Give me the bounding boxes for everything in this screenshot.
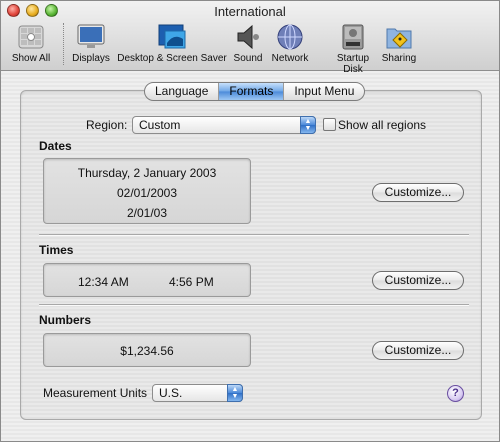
network-globe-icon: [277, 24, 303, 50]
toolbar-label: Startup Disk: [336, 53, 370, 75]
speaker-icon: [237, 24, 259, 50]
popup-arrows-icon: ▲ ▼: [227, 384, 243, 402]
number-sample: $1,234.56: [120, 344, 174, 358]
toolbar-sharing[interactable]: Sharing: [379, 23, 419, 64]
help-button[interactable]: ?: [447, 385, 464, 402]
region-label: Region:: [86, 118, 128, 132]
times-sample-well: 12:34 AM 4:56 PM: [43, 263, 251, 297]
sharing-folder-icon: [386, 28, 412, 49]
disk-icon: [342, 24, 364, 50]
time-short-sample: 12:34 AM: [78, 275, 129, 289]
toolbar-separator: [63, 23, 64, 65]
time-long-sample: 4:56 PM: [169, 275, 214, 289]
formats-panel: [20, 90, 482, 420]
display-icon: [77, 24, 105, 48]
apple-icon: [18, 25, 44, 49]
window: International Show All Displays Desktop …: [0, 0, 500, 442]
measurement-units-label: Measurement Units: [43, 386, 148, 400]
numbers-heading: Numbers: [39, 313, 92, 327]
tab-input-menu[interactable]: Input Menu: [284, 83, 364, 100]
popup-arrows-icon: ▲ ▼: [300, 116, 316, 134]
tab-language[interactable]: Language: [145, 83, 220, 100]
show-all-regions-label: Show all regions: [338, 118, 427, 132]
toolbar-label: Desktop & Screen Saver: [117, 53, 227, 64]
region-value: Custom: [139, 118, 181, 132]
toolbar-displays[interactable]: Displays: [69, 23, 113, 64]
times-customize-button[interactable]: Customize...: [372, 271, 464, 290]
toolbar-show-all[interactable]: Show All: [7, 23, 55, 64]
show-all-regions-checkbox[interactable]: [323, 118, 336, 131]
tab-formats[interactable]: Formats: [219, 83, 285, 100]
toolbar-desktop-screen-saver[interactable]: Desktop & Screen Saver: [115, 23, 229, 64]
tab-bar: Language Formats Input Menu: [144, 82, 366, 101]
toolbar-label: Sound: [233, 53, 263, 64]
numbers-customize-button[interactable]: Customize...: [372, 341, 464, 360]
measurement-units-value: U.S.: [159, 386, 183, 400]
toolbar-label: Network: [271, 53, 309, 64]
numbers-sample-well: $1,234.56: [43, 333, 251, 367]
title-toolbar: International Show All Displays Desktop …: [1, 1, 499, 75]
desktop-icon: [158, 24, 186, 49]
dates-customize-button[interactable]: Customize...: [372, 183, 464, 202]
region-popup[interactable]: Custom ▲ ▼: [132, 116, 316, 134]
dates-heading: Dates: [39, 139, 72, 153]
date-long-sample: Thursday, 2 January 2003: [77, 166, 217, 180]
window-title: International: [214, 4, 286, 19]
measurement-units-popup[interactable]: U.S. ▲ ▼: [152, 384, 243, 402]
toolbar-label: Sharing: [381, 53, 417, 64]
toolbar-sound[interactable]: Sound: [229, 23, 267, 64]
toolbar-network[interactable]: Network: [269, 23, 311, 64]
date-medium-sample: 02/01/2003: [116, 186, 178, 200]
section-divider: [39, 234, 469, 236]
toolbar-label: Displays: [72, 53, 110, 64]
help-icon: ?: [452, 387, 459, 399]
times-heading: Times: [39, 243, 74, 257]
section-divider: [39, 304, 469, 306]
toolbar-label: Show All: [11, 53, 51, 64]
dates-sample-well: Thursday, 2 January 2003 02/01/2003 2/01…: [43, 158, 251, 224]
toolbar-startup-disk[interactable]: Startup Disk: [331, 23, 375, 75]
date-short-sample: 2/01/03: [126, 206, 168, 220]
